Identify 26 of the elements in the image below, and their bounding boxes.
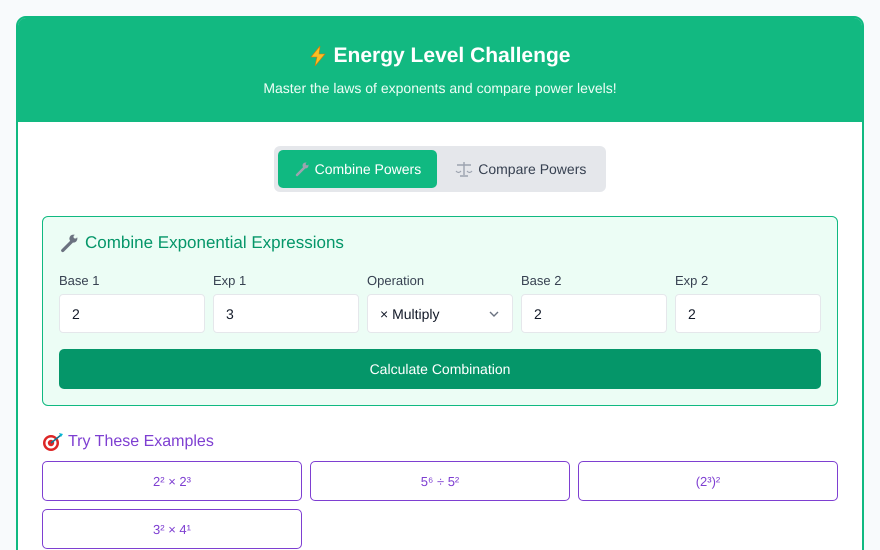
operation-select[interactable]: × Multiply [367, 294, 513, 333]
number-field[interactable]: 2 [675, 294, 821, 333]
field-label: Exp 2 [675, 273, 710, 288]
calculate-button[interactable]: Calculate Combination [59, 349, 821, 389]
target-icon [42, 432, 64, 452]
number-field[interactable]: 3 [213, 294, 359, 333]
example-button[interactable]: 2² × 2³ [42, 461, 302, 501]
field-label: Base 2 [521, 273, 562, 288]
tab[interactable]: Compare Powers [439, 150, 602, 188]
example-button[interactable]: (2³)² [578, 461, 838, 501]
number-field[interactable]: 2 [59, 294, 205, 333]
lightning-icon [310, 46, 326, 66]
field-label: Base 1 [59, 273, 100, 288]
page-title: Energy Level Challenge [334, 44, 570, 68]
page-subtitle: Master the laws of exponents and compare power levels! [262, 80, 618, 96]
example-button[interactable]: 5⁶ ÷ 5² [310, 461, 570, 501]
scale-icon [455, 161, 474, 177]
wrench-icon [294, 161, 310, 177]
examples-title: Try These Examples [68, 433, 214, 451]
field-label: Exp 1 [213, 273, 248, 288]
wrench-icon [59, 233, 79, 253]
chevron-down-icon [488, 310, 500, 318]
number-field[interactable]: 2 [521, 294, 667, 333]
example-button[interactable]: 3² × 4¹ [42, 509, 302, 549]
field-label: Operation [367, 273, 426, 288]
panel-title: Combine Exponential Expressions [85, 233, 344, 253]
